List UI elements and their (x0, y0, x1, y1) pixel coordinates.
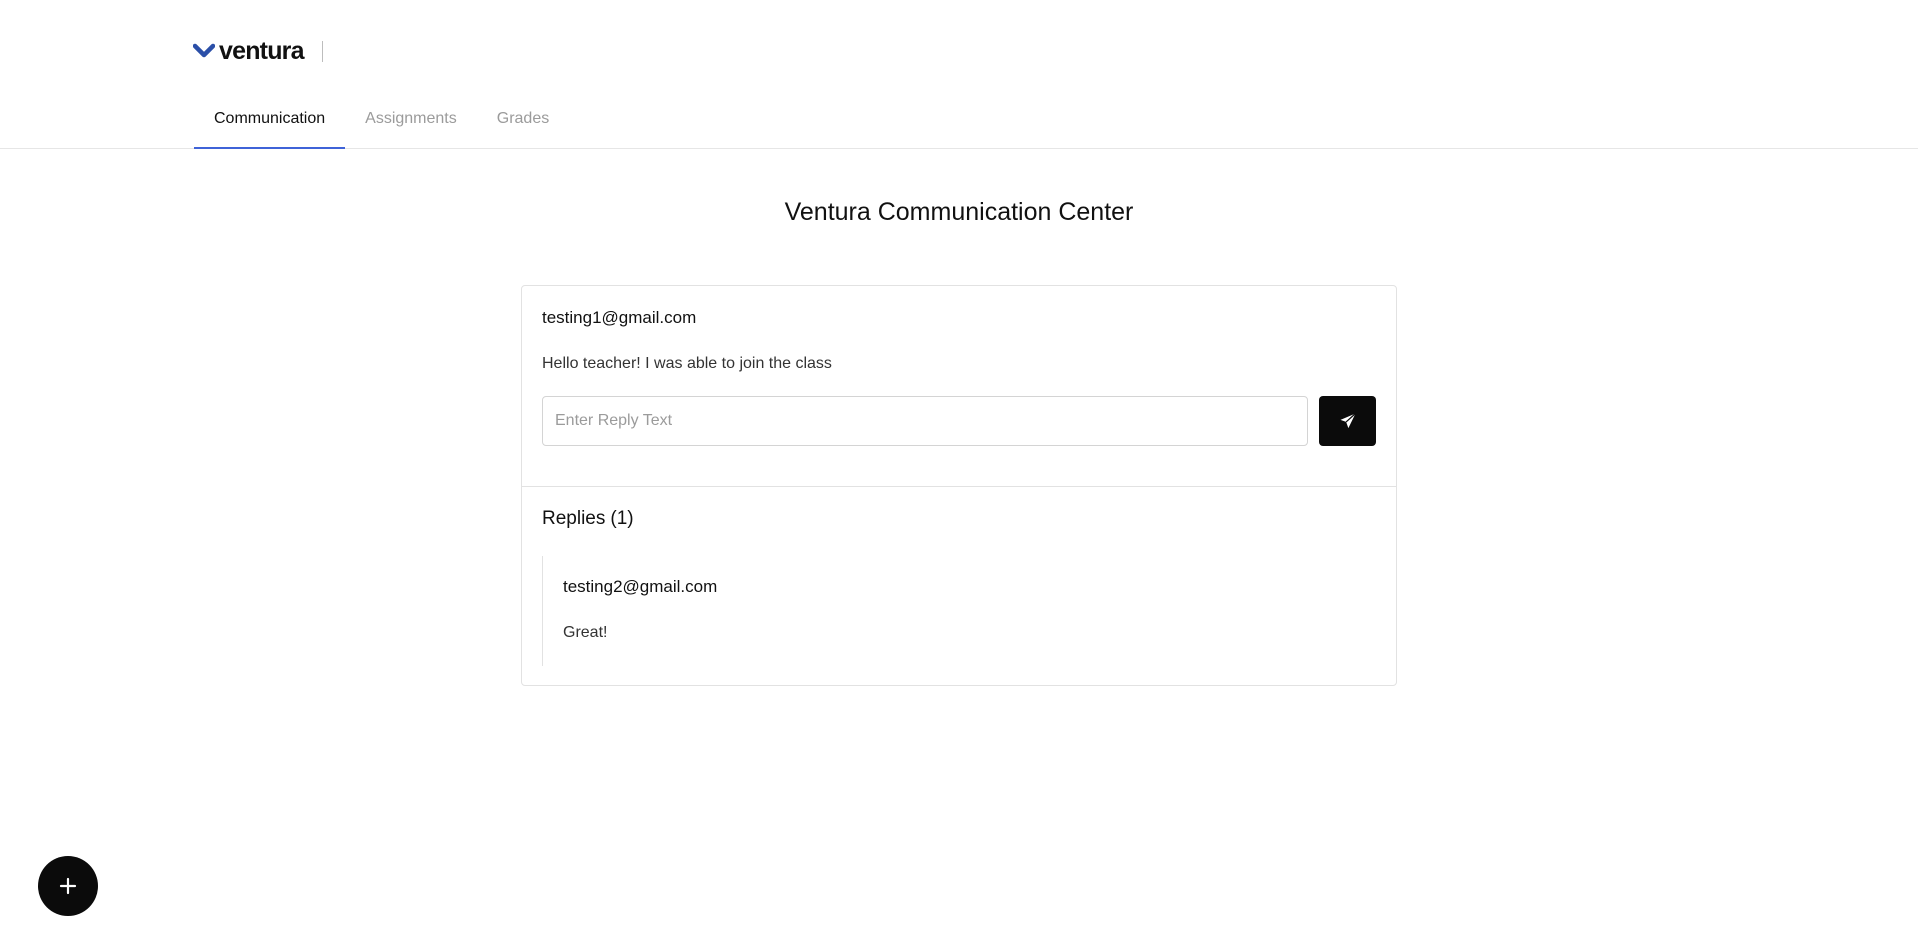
replies-section: Replies (1) testing2@gmail.com Great! (522, 487, 1396, 685)
reply-input[interactable] (542, 396, 1308, 446)
brand-logo[interactable]: ventura (193, 36, 323, 66)
tab-assignments[interactable]: Assignments (345, 100, 477, 149)
replies-heading-label: Replies (542, 508, 606, 529)
logo-divider (321, 40, 323, 62)
page-title: Ventura Communication Center (784, 198, 1134, 226)
reply-message: Great! (563, 624, 608, 641)
chevron-down-icon (193, 43, 215, 58)
add-button[interactable] (38, 856, 98, 916)
post-message: Hello teacher! I was able to join the cl… (542, 355, 832, 372)
send-reply-button[interactable] (1319, 396, 1376, 446)
reply-item: testing2@gmail.com Great! (542, 556, 842, 666)
logo-text: ventura (219, 37, 305, 65)
replies-count: (1) (610, 508, 634, 529)
top-navigation-bar: ventura Communication Assignments Grades (0, 0, 1918, 149)
tab-bar: Communication Assignments Grades (194, 100, 569, 149)
paper-plane-icon (1340, 413, 1356, 429)
reply-author: testing2@gmail.com (563, 577, 718, 596)
plus-icon (59, 877, 77, 895)
replies-heading: Replies (1) (542, 508, 634, 530)
post-author: testing1@gmail.com (542, 308, 697, 327)
tab-grades[interactable]: Grades (477, 100, 569, 149)
original-post: testing1@gmail.com Hello teacher! I was … (522, 286, 1396, 487)
tab-communication[interactable]: Communication (194, 100, 346, 149)
message-card: testing1@gmail.com Hello teacher! I was … (521, 285, 1397, 686)
